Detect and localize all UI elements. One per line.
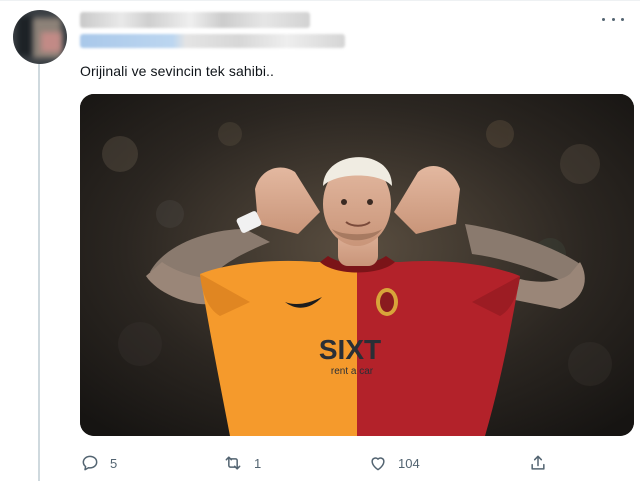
reply-icon <box>82 455 98 471</box>
sponsor-logo-text: SIXT <box>319 334 381 365</box>
sponsor-subtext: rent a car <box>331 366 374 377</box>
author-name-redacted[interactable] <box>80 12 310 28</box>
share-button[interactable] <box>528 452 548 474</box>
like-button[interactable]: 104 <box>368 452 420 474</box>
top-divider <box>0 0 640 1</box>
tweet-photo[interactable]: SIXT rent a car <box>80 94 634 436</box>
tweet-actions: 5 1 104 <box>80 452 560 474</box>
like-icon <box>371 457 385 471</box>
thread-line <box>38 62 40 481</box>
retweet-button[interactable]: 1 <box>222 452 261 474</box>
tweet-text: Orijinali ve sevincin tek sahibi.. <box>80 63 275 79</box>
author-handle-redacted[interactable] <box>80 34 345 48</box>
more-icon[interactable] <box>602 14 624 24</box>
share-icon <box>531 455 545 470</box>
like-count: 104 <box>398 455 420 471</box>
reply-count: 5 <box>110 455 118 471</box>
retweet-icon <box>225 456 241 470</box>
player-illustration: SIXT rent a car <box>80 94 634 436</box>
avatar[interactable] <box>13 10 67 64</box>
retweet-count: 1 <box>254 455 262 471</box>
reply-button[interactable]: 5 <box>80 452 117 474</box>
